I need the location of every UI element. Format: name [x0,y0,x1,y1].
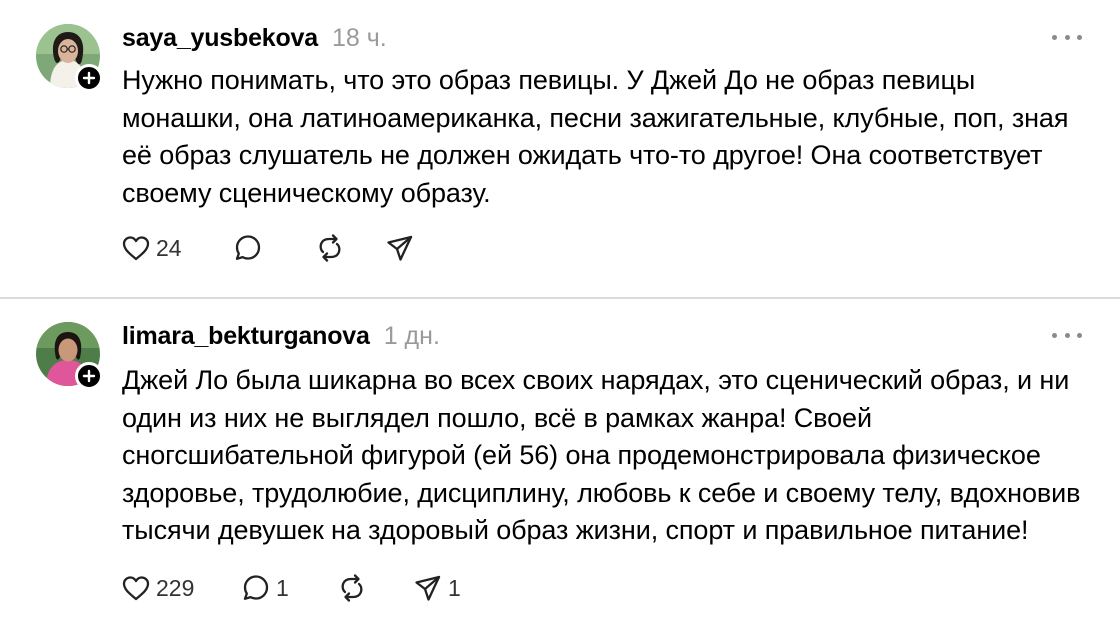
avatar[interactable] [36,24,103,92]
comment-text: Джей Ло была шикарна во всех своих наряд… [122,365,1081,545]
reply-button[interactable]: 1 [240,572,336,604]
repost-button[interactable] [314,232,384,264]
comment-icon [235,235,261,260]
username[interactable]: limara_bekturganova [122,322,370,351]
share-button[interactable]: 1 [412,572,482,604]
timestamp: 1 дн. [383,322,440,350]
share-button[interactable] [384,232,444,264]
like-button[interactable]: 24 [120,232,232,264]
comment-post: limara_bekturganova 1 дн. Джей Ло была ш… [0,298,1120,636]
comment-header: saya_yusbekova 18 ч. [122,24,387,53]
reply-count: 1 [276,574,289,601]
share-icon [415,575,441,601]
more-icon[interactable] [1052,328,1082,342]
reply-button[interactable] [232,232,314,264]
repost-icon [319,234,341,262]
action-bar: 24 [120,232,444,264]
heart-icon [122,236,150,261]
share-count: 1 [448,574,461,601]
timestamp: 18 ч. [331,24,387,52]
comment-text: Нужно понимать, что это образ певицы. У … [122,65,1069,208]
follow-plus-icon[interactable] [75,64,103,92]
comment-header: limara_bekturganova 1 дн. [122,322,440,351]
share-icon [387,235,413,261]
repost-button[interactable] [336,572,412,604]
follow-plus-icon[interactable] [75,362,103,390]
action-bar: 229 1 1 [120,572,482,604]
repost-icon [341,574,363,602]
comment-post: saya_yusbekova 18 ч. Нужно понимать, что… [0,0,1120,298]
username[interactable]: saya_yusbekova [122,24,318,53]
heart-icon [122,576,150,601]
like-count: 24 [156,234,182,261]
like-count: 229 [156,574,195,601]
more-icon[interactable] [1052,30,1082,44]
avatar[interactable] [36,322,103,390]
like-button[interactable]: 229 [120,572,240,604]
comment-icon [243,575,269,600]
